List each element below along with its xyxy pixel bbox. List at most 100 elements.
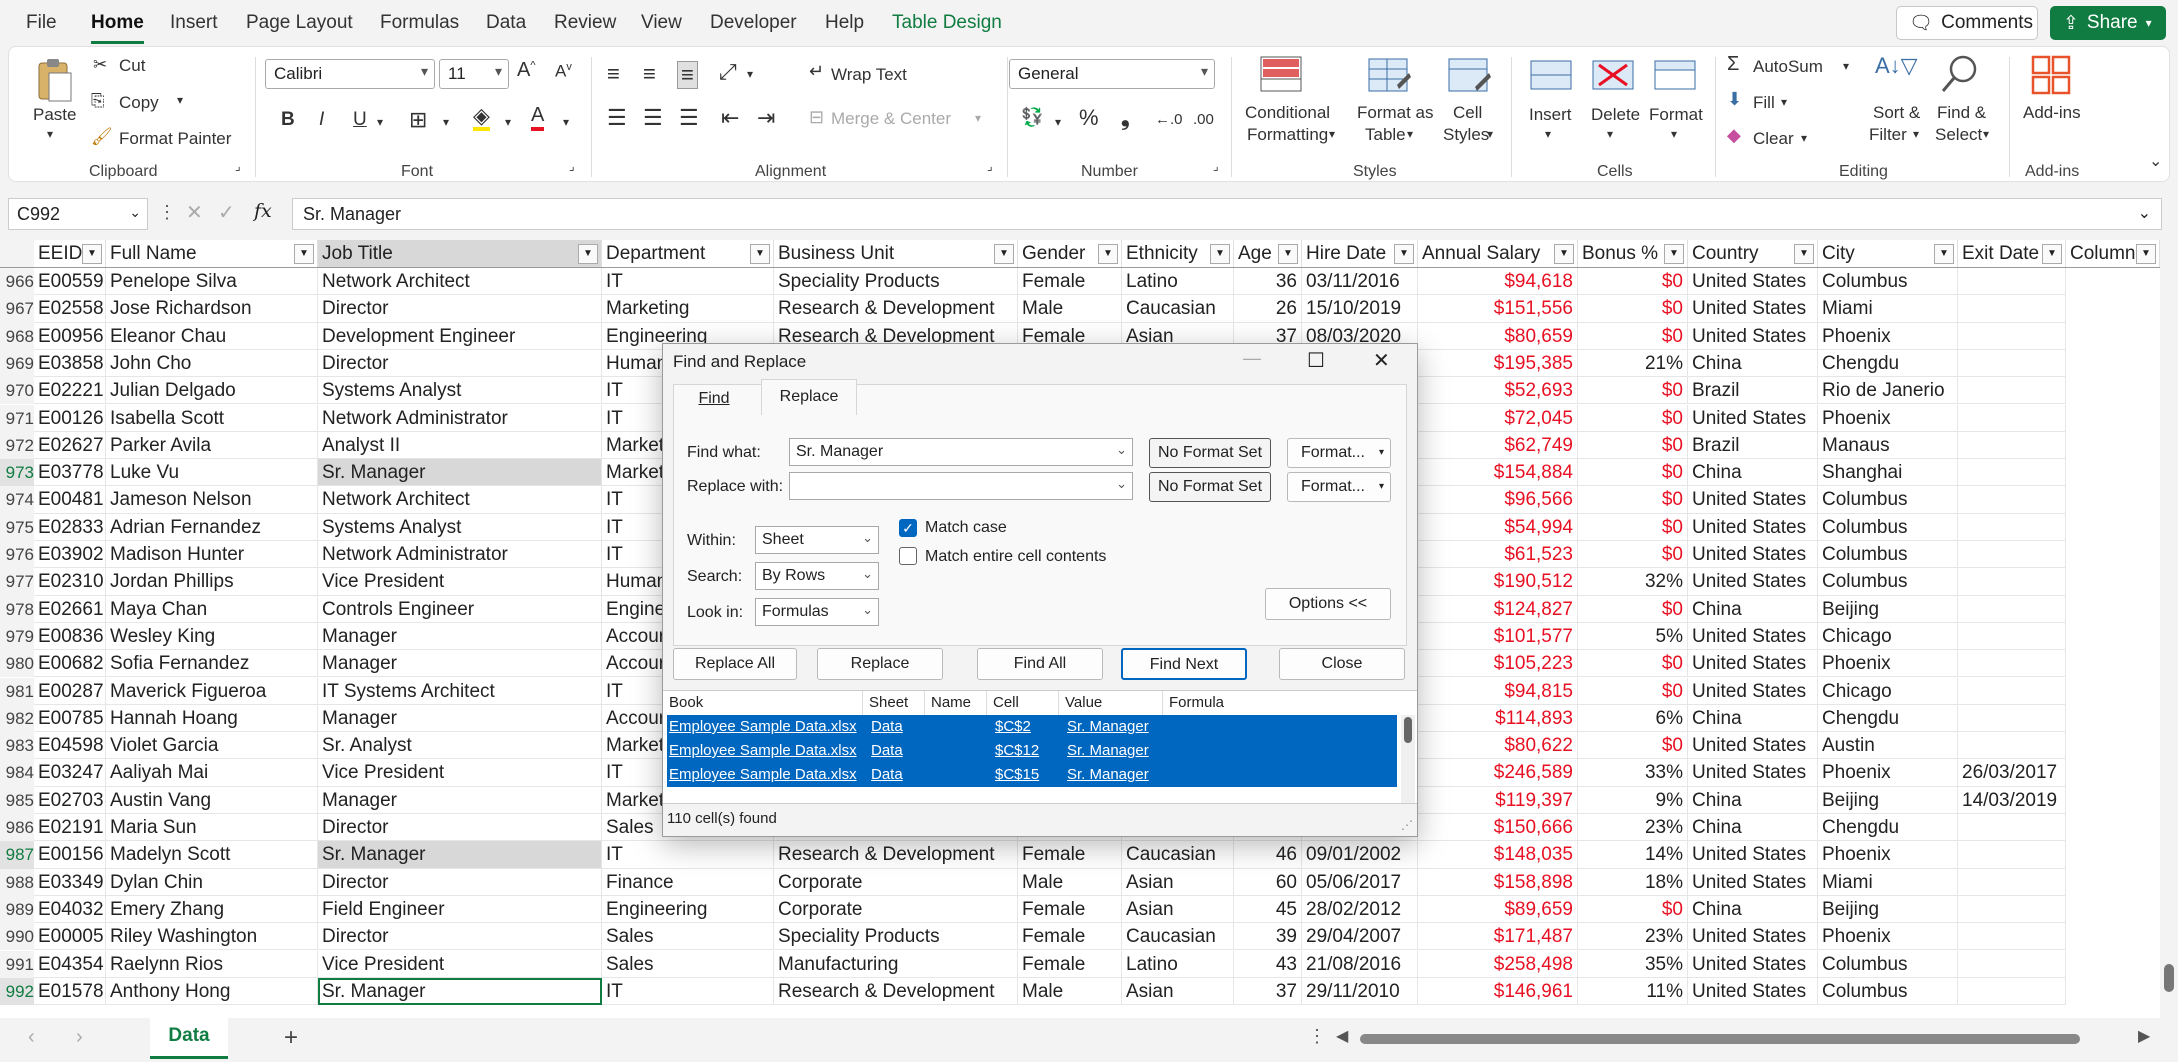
- within-select[interactable]: Sheet ⌄: [755, 526, 879, 554]
- format-cells-button[interactable]: Format: [1649, 105, 1703, 125]
- table-cell[interactable]: 26: [1234, 295, 1302, 323]
- table-cell[interactable]: Luke Vu: [106, 459, 318, 487]
- table-cell[interactable]: E02627: [34, 431, 106, 460]
- table-cell[interactable]: Chicago: [1818, 677, 1958, 705]
- menu-developer[interactable]: Developer: [710, 12, 797, 34]
- table-cell[interactable]: Madelyn Scott: [106, 841, 318, 869]
- filter-dropdown-icon[interactable]: ▼: [1098, 244, 1118, 264]
- table-cell[interactable]: Male: [1018, 295, 1122, 323]
- row-number[interactable]: 990: [0, 923, 34, 951]
- table-cell[interactable]: E02191: [34, 814, 106, 842]
- table-cell[interactable]: $151,556: [1418, 295, 1578, 323]
- table-cell[interactable]: [1958, 923, 2066, 951]
- table-cell[interactable]: 26/03/2017: [1958, 759, 2066, 787]
- table-cell[interactable]: Columbus: [1818, 950, 1958, 978]
- add-sheet-icon[interactable]: +: [284, 1024, 298, 1052]
- table-cell[interactable]: Phoenix: [1818, 841, 1958, 869]
- find-select-label[interactable]: Select: [1935, 125, 1982, 145]
- table-cell[interactable]: China: [1688, 349, 1818, 378]
- table-cell[interactable]: Brazil: [1688, 377, 1818, 405]
- table-cell[interactable]: 29/04/2007: [1302, 923, 1418, 951]
- bold-button[interactable]: B: [281, 109, 295, 131]
- row-number[interactable]: 977: [0, 568, 34, 596]
- minimize-icon[interactable]: —: [1243, 348, 1261, 369]
- table-cell[interactable]: $0: [1578, 486, 1688, 514]
- paste-button[interactable]: Paste: [33, 105, 76, 125]
- format-as-table-button[interactable]: Format as: [1357, 103, 1434, 123]
- table-cell[interactable]: China: [1688, 704, 1818, 733]
- table-cell[interactable]: E02661: [34, 595, 106, 623]
- insert-function-icon[interactable]: fx: [254, 200, 272, 222]
- table-cell[interactable]: [1958, 950, 2066, 978]
- conditional-formatting-button[interactable]: Conditional: [1245, 103, 1330, 123]
- table-cell[interactable]: 21/08/2016: [1302, 950, 1418, 978]
- merge-center-button[interactable]: Merge & Center: [831, 109, 951, 129]
- more-icon[interactable]: ⋮: [158, 202, 176, 223]
- table-cell[interactable]: United States: [1688, 923, 1818, 951]
- results-scrollbar[interactable]: [1401, 715, 1415, 803]
- table-cell[interactable]: China: [1688, 786, 1818, 814]
- column-header-full-name[interactable]: Full Name ▼: [106, 240, 318, 267]
- copy-icon[interactable]: ⎘: [91, 91, 105, 111]
- table-cell[interactable]: $0: [1578, 650, 1688, 678]
- table-cell[interactable]: Caucasian: [1122, 923, 1234, 951]
- align-middle-icon[interactable]: ≡: [643, 61, 656, 87]
- table-cell[interactable]: Dylan Chin: [106, 868, 318, 896]
- chevron-down-icon[interactable]: ▾: [1545, 127, 1551, 141]
- table-cell[interactable]: Beijing: [1818, 895, 1958, 924]
- table-cell[interactable]: Asian: [1122, 868, 1234, 896]
- chevron-down-icon[interactable]: ▾: [1983, 127, 1989, 141]
- close-icon[interactable]: ✕: [1373, 348, 1390, 373]
- table-cell[interactable]: $154,884: [1418, 459, 1578, 487]
- filter-dropdown-icon[interactable]: ▼: [2136, 244, 2156, 264]
- table-cell[interactable]: Manager: [318, 650, 602, 678]
- column-header-ethnicity[interactable]: Ethnicity ▼: [1122, 240, 1234, 267]
- table-cell[interactable]: $258,498: [1418, 950, 1578, 978]
- table-cell[interactable]: Chengdu: [1818, 349, 1958, 378]
- table-cell[interactable]: United States: [1688, 759, 1818, 787]
- fill-color-icon[interactable]: ◈: [473, 105, 490, 131]
- font-name-combo[interactable]: Calibri ▾: [265, 59, 435, 89]
- filter-dropdown-icon[interactable]: ▼: [294, 244, 314, 264]
- cell-styles-icon[interactable]: [1447, 55, 1491, 100]
- table-cell[interactable]: $0: [1578, 322, 1688, 350]
- cancel-icon[interactable]: ✕: [186, 200, 203, 225]
- table-cell[interactable]: 60: [1234, 868, 1302, 896]
- table-cell[interactable]: Speciality Products: [774, 268, 1018, 296]
- table-cell[interactable]: Latino: [1122, 268, 1234, 296]
- table-cell[interactable]: Engineering: [602, 895, 774, 924]
- share-button[interactable]: ⇪ Share ▾: [2050, 6, 2166, 40]
- row-number[interactable]: 988: [0, 868, 34, 896]
- table-cell[interactable]: E00156: [34, 841, 106, 869]
- insert-cells-button[interactable]: Insert: [1529, 105, 1572, 125]
- prev-sheet-icon[interactable]: ‹: [28, 1026, 35, 1049]
- table-cell[interactable]: $101,577: [1418, 622, 1578, 651]
- conditional-formatting-icon[interactable]: [1259, 55, 1303, 100]
- align-left-icon[interactable]: ☰: [607, 105, 627, 131]
- menu-formulas[interactable]: Formulas: [380, 12, 459, 34]
- column-header-exit-date[interactable]: Exit Date ▼: [1958, 240, 2066, 267]
- table-cell[interactable]: Raelynn Rios: [106, 950, 318, 978]
- increase-font-icon[interactable]: A^: [517, 59, 536, 82]
- table-cell[interactable]: United States: [1688, 650, 1818, 678]
- table-cell[interactable]: Asian: [1122, 977, 1234, 1006]
- align-center-icon[interactable]: ☰: [643, 105, 663, 131]
- table-cell[interactable]: Manaus: [1818, 431, 1958, 460]
- row-number[interactable]: 978: [0, 595, 34, 623]
- comma-style-icon[interactable]: ❟: [1121, 105, 1130, 131]
- enter-icon[interactable]: ✓: [218, 200, 235, 225]
- chevron-down-icon[interactable]: ▾: [563, 115, 569, 129]
- cut-icon[interactable]: ✂: [93, 55, 107, 75]
- table-cell[interactable]: $62,749: [1418, 431, 1578, 460]
- filter-dropdown-icon[interactable]: ▼: [1554, 244, 1574, 264]
- table-cell[interactable]: Phoenix: [1818, 759, 1958, 787]
- table-cell[interactable]: $96,566: [1418, 486, 1578, 514]
- menu-review[interactable]: Review: [554, 12, 616, 34]
- dialog-launcher-icon[interactable]: ⌟: [1213, 159, 1219, 173]
- row-number[interactable]: 992: [0, 977, 34, 1006]
- table-cell[interactable]: $89,659: [1418, 895, 1578, 924]
- menu-help[interactable]: Help: [825, 12, 864, 34]
- sort-filter-icon[interactable]: A↓▽: [1875, 53, 1918, 79]
- look-in-select[interactable]: Formulas ⌄: [755, 598, 879, 626]
- chevron-down-icon[interactable]: ▾: [47, 127, 53, 141]
